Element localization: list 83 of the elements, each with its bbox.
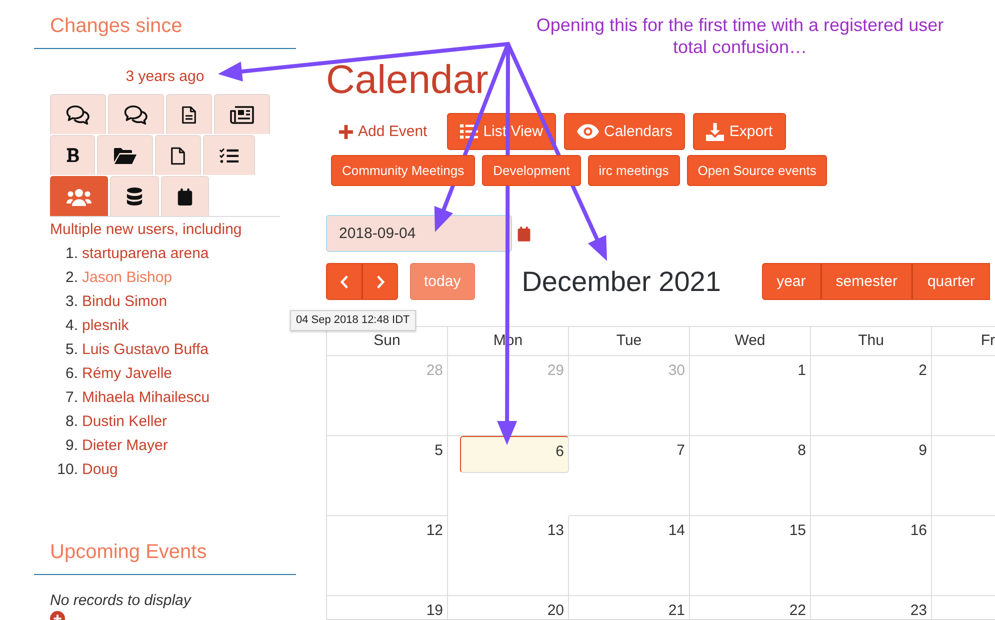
date-field[interactable]: 2018-09-04	[326, 215, 512, 252]
day-cell: 21	[569, 596, 690, 620]
list-number: 4.	[64, 316, 78, 336]
users-icon	[66, 188, 92, 206]
day-cell: 23	[811, 596, 932, 620]
summary-text: Multiple new users, including	[50, 221, 242, 238]
day-cell: 22	[690, 596, 811, 620]
export-button[interactable]: Export	[693, 113, 786, 150]
eye-icon	[576, 124, 599, 139]
day-cell: 16	[811, 516, 932, 596]
page-title: Calendar	[326, 57, 490, 104]
calendars-button[interactable]: Calendars	[564, 113, 686, 150]
relative-time: 3 years ago	[126, 68, 204, 85]
calendar-icon[interactable]	[517, 226, 531, 242]
list-number: 7.	[64, 388, 78, 408]
tooltip: 04 Sep 2018 12:48 IDT	[290, 310, 416, 331]
section-heading: Upcoming Events	[50, 541, 207, 563]
day-cell: 14	[569, 516, 690, 596]
weekday-header: Thu	[811, 327, 932, 356]
category-button[interactable]: Development	[482, 155, 581, 186]
day-cell: 20	[448, 596, 569, 620]
day-cell: 5	[327, 436, 448, 516]
category-button[interactable]: Open Source events	[686, 155, 828, 186]
list-number: 5.	[64, 340, 78, 360]
checklist-icon	[219, 147, 239, 164]
section-heading: Changes since	[50, 15, 182, 37]
list-number: 8.	[64, 412, 78, 432]
user-link[interactable]: Doug	[82, 458, 118, 482]
user-link[interactable]: Luis Gustavo Buffa	[82, 338, 208, 362]
weekday-header: Fr	[932, 327, 995, 356]
day-cell: 28	[327, 356, 448, 436]
database-icon	[126, 187, 143, 206]
user-link[interactable]: plesnik	[82, 314, 129, 338]
empty-message: No records to display	[50, 592, 191, 609]
chat-bubbles-icon	[124, 104, 148, 124]
day-cell: 9	[811, 436, 932, 516]
weekday-header: Tue	[569, 327, 690, 356]
day-cell: 19	[327, 596, 448, 620]
list-number: 9.	[64, 436, 78, 456]
chat-bubbles-icon	[66, 104, 90, 124]
day-cell: 12	[327, 516, 448, 596]
day-cell: 8	[690, 436, 811, 516]
weekday-header: Wed	[690, 327, 811, 356]
previous-button[interactable]	[326, 263, 362, 300]
annotation-text: Opening this for the first time with a registered user total confusion…	[535, 14, 945, 58]
day-cell: 15	[690, 516, 811, 596]
add-event-link[interactable]: Add Event	[338, 122, 428, 142]
list-icon	[460, 124, 478, 139]
plus-icon	[338, 124, 354, 140]
user-link[interactable]: startuparena arena	[82, 242, 209, 266]
list-number: 6.	[64, 364, 78, 384]
list-number: 1.	[64, 244, 78, 264]
category-button[interactable]: irc meetings	[588, 155, 680, 186]
list-number: 3.	[64, 292, 78, 312]
day-cell: 7	[569, 436, 690, 516]
user-link[interactable]: Jason Bishop	[82, 266, 172, 290]
list-number: 10.	[56, 460, 78, 480]
user-link[interactable]: Dieter Mayer	[82, 434, 168, 458]
bold-icon	[66, 147, 79, 164]
day-cell: 30	[569, 356, 690, 436]
download-icon	[706, 122, 724, 140]
view-button[interactable]: quarter	[912, 263, 990, 300]
newspaper-icon	[230, 106, 254, 124]
day-cell: 6	[460, 436, 569, 473]
document-icon	[182, 106, 196, 124]
user-link[interactable]: Rémy Javelle	[82, 362, 172, 386]
chevron-right-icon	[376, 274, 384, 288]
view-button[interactable]: year	[762, 263, 821, 300]
day-cell: 2	[811, 356, 932, 436]
user-link[interactable]: Dustin Keller	[82, 410, 168, 434]
day-cell: 1	[690, 356, 811, 436]
calendar-icon	[177, 188, 193, 206]
month-title: December 2021	[522, 265, 721, 299]
day-cell: 13	[448, 516, 569, 596]
category-button[interactable]: Community Meetings	[331, 155, 476, 186]
folder-icon	[113, 146, 137, 164]
user-link[interactable]: Mihaela Mihailescu	[82, 386, 210, 410]
user-link[interactable]: Bindu Simon	[82, 290, 168, 314]
chevron-left-icon	[340, 274, 348, 288]
next-button[interactable]	[362, 263, 398, 300]
file-icon	[171, 146, 185, 164]
view-button[interactable]: semester	[820, 263, 912, 300]
list-number: 2.	[64, 268, 78, 288]
